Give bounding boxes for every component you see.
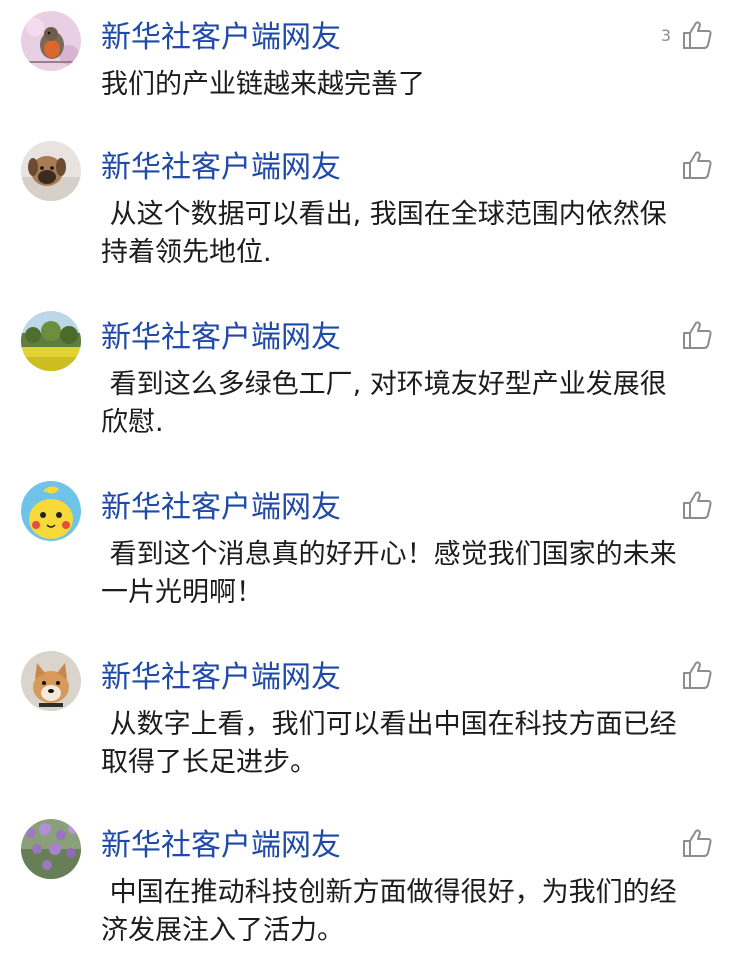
comment-item: 新华社客户端网友 从这个数据可以看出, 我国在全球范围内依然保持着领先地位. bbox=[0, 130, 735, 290]
avatar-flowers-image bbox=[21, 819, 81, 879]
thumbs-up-icon[interactable] bbox=[681, 320, 713, 350]
username[interactable]: 新华社客户端网友 bbox=[101, 18, 341, 58]
like-button[interactable] bbox=[671, 490, 713, 520]
avatar-cartoon-image bbox=[21, 481, 81, 541]
comment-text: 看到这个消息真的好开心！感觉我们国家的未来一片光明啊！ bbox=[101, 539, 677, 608]
username[interactable]: 新华社客户端网友 bbox=[101, 488, 341, 528]
avatar[interactable] bbox=[21, 311, 81, 371]
like-count: 3 bbox=[660, 25, 671, 45]
like-button[interactable] bbox=[671, 150, 713, 180]
username[interactable]: 新华社客户端网友 bbox=[101, 658, 341, 698]
comment-item: 新华社客户端网友 中国在推动科技创新方面做得很好，为我们的经济发展注入了活力。 bbox=[0, 808, 735, 968]
comment-item: 新华社客户端网友 看到这么多绿色工厂, 对环境友好型产业发展很欣慰. bbox=[0, 300, 735, 460]
username[interactable]: 新华社客户端网友 bbox=[101, 148, 341, 188]
avatar[interactable] bbox=[21, 651, 81, 711]
like-button[interactable] bbox=[671, 660, 713, 690]
avatar[interactable] bbox=[21, 481, 81, 541]
like-button[interactable]: 3 bbox=[661, 20, 713, 50]
avatar[interactable] bbox=[21, 141, 81, 201]
avatar-landscape-image bbox=[21, 311, 81, 371]
avatar[interactable] bbox=[21, 11, 81, 71]
avatar-shiba-image bbox=[21, 651, 81, 711]
comment-text: 我们的产业链越来越完善了 bbox=[101, 69, 425, 100]
comment-text: 看到这么多绿色工厂, 对环境友好型产业发展很欣慰. bbox=[101, 369, 667, 438]
avatar-dog-image bbox=[21, 141, 81, 201]
thumbs-up-icon[interactable] bbox=[681, 150, 713, 180]
username[interactable]: 新华社客户端网友 bbox=[101, 318, 341, 358]
username[interactable]: 新华社客户端网友 bbox=[101, 826, 341, 866]
avatar-bird-image bbox=[21, 11, 81, 71]
thumbs-up-icon[interactable] bbox=[681, 828, 713, 858]
thumbs-up-icon[interactable] bbox=[681, 20, 713, 50]
thumbs-up-icon[interactable] bbox=[681, 660, 713, 690]
comment-text: 从这个数据可以看出, 我国在全球范围内依然保持着领先地位. bbox=[101, 199, 667, 268]
comment-text: 中国在推动科技创新方面做得很好，为我们的经济发展注入了活力。 bbox=[101, 877, 677, 946]
like-button[interactable] bbox=[671, 828, 713, 858]
comment-item: 新华社客户端网友 看到这个消息真的好开心！感觉我们国家的未来一片光明啊！ bbox=[0, 470, 735, 630]
comment-text: 从数字上看，我们可以看出中国在科技方面已经取得了长足进步。 bbox=[101, 709, 677, 778]
like-button[interactable] bbox=[671, 320, 713, 350]
avatar[interactable] bbox=[21, 819, 81, 879]
thumbs-up-icon[interactable] bbox=[681, 490, 713, 520]
comment-item: 新华社客户端网友 从数字上看，我们可以看出中国在科技方面已经取得了长足进步。 bbox=[0, 640, 735, 800]
